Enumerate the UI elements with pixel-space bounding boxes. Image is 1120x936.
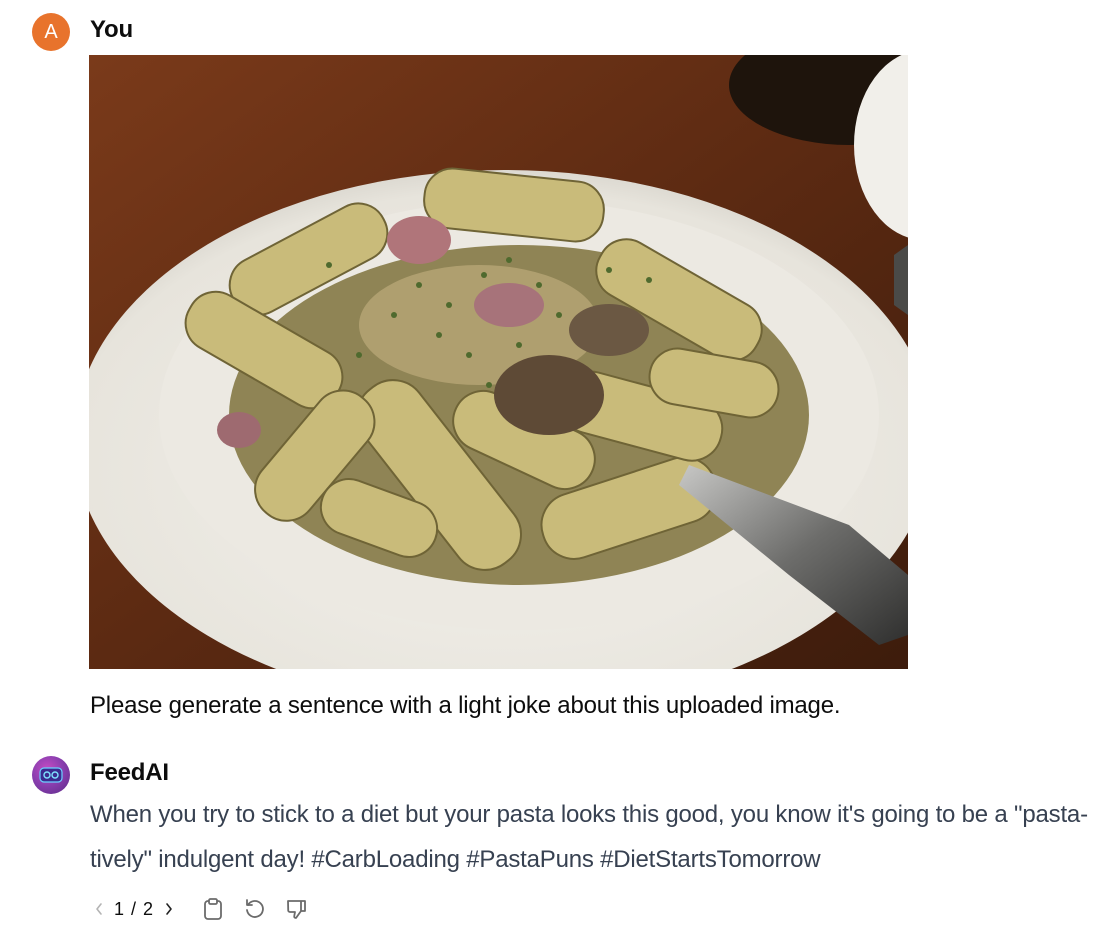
robot-face-icon [39, 767, 63, 783]
user-name: You [90, 16, 133, 43]
user-avatar: A [32, 13, 70, 51]
clipboard-icon[interactable] [198, 894, 228, 924]
chat-transcript: A You Please generate a sentence with a … [0, 0, 1120, 936]
thumbs-down-icon[interactable] [282, 894, 312, 924]
assistant-name: FeedAI [90, 759, 169, 786]
assistant-message: When you try to stick to a diet but your… [90, 801, 1088, 873]
user-message: Please generate a sentence with a light … [90, 692, 841, 719]
uploaded-image[interactable] [89, 55, 908, 669]
response-actions: 1 / 2 [90, 894, 312, 924]
chevron-left-icon[interactable] [90, 894, 108, 924]
pasta-photo [89, 55, 908, 669]
pager-label: 1 / 2 [114, 898, 155, 919]
chevron-right-icon[interactable] [160, 894, 178, 924]
response-pager: 1 / 2 [90, 894, 178, 924]
assistant-avatar [32, 756, 70, 794]
regenerate-icon[interactable] [240, 894, 270, 924]
user-avatar-letter: A [44, 20, 58, 43]
